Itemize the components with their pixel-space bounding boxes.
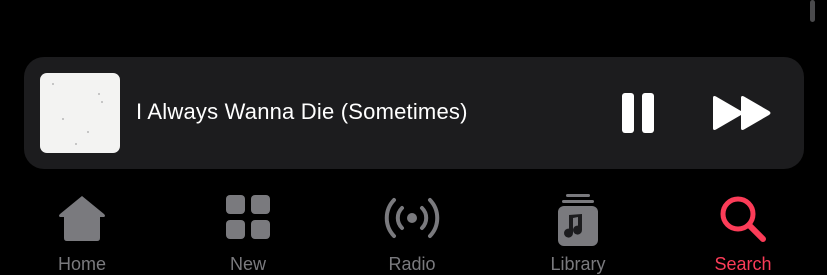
skip-forward-button[interactable] [710,95,774,131]
tab-search[interactable]: Search [683,186,803,275]
music-library-icon [558,194,598,246]
tab-new[interactable]: New [188,186,308,275]
tab-label-library: Library [550,254,606,274]
pause-icon [622,93,654,133]
artwork-speck [62,118,64,120]
tab-library[interactable]: Library [518,186,638,275]
tab-label-home: Home [57,254,106,274]
track-title[interactable]: I Always Wanna Die (Sometimes) [136,99,468,125]
house-icon [59,196,105,241]
artwork-speck [75,143,77,145]
pause-button[interactable] [620,93,656,133]
artwork-speck [101,101,103,103]
search-icon [720,196,766,242]
album-artwork[interactable] [40,73,120,153]
artwork-speck [87,131,89,133]
tab-label-new: New [229,254,266,274]
tab-label-search: Search [714,254,772,274]
music-app-screen: I Always Wanna Die (Sometimes) Home New … [0,0,827,275]
grid-icon [226,195,270,239]
mini-player[interactable]: I Always Wanna Die (Sometimes) [24,57,804,169]
tab-radio[interactable]: Radio [352,186,472,275]
scroll-indicator[interactable] [810,0,815,22]
tab-bar: Home New Radio Library Search [0,186,827,275]
skip-forward-icon [713,96,771,130]
tab-label-radio: Radio [388,254,436,274]
broadcast-icon [384,198,440,238]
tab-home[interactable]: Home [22,186,142,275]
artwork-speck [52,83,54,85]
artwork-speck [98,93,100,95]
